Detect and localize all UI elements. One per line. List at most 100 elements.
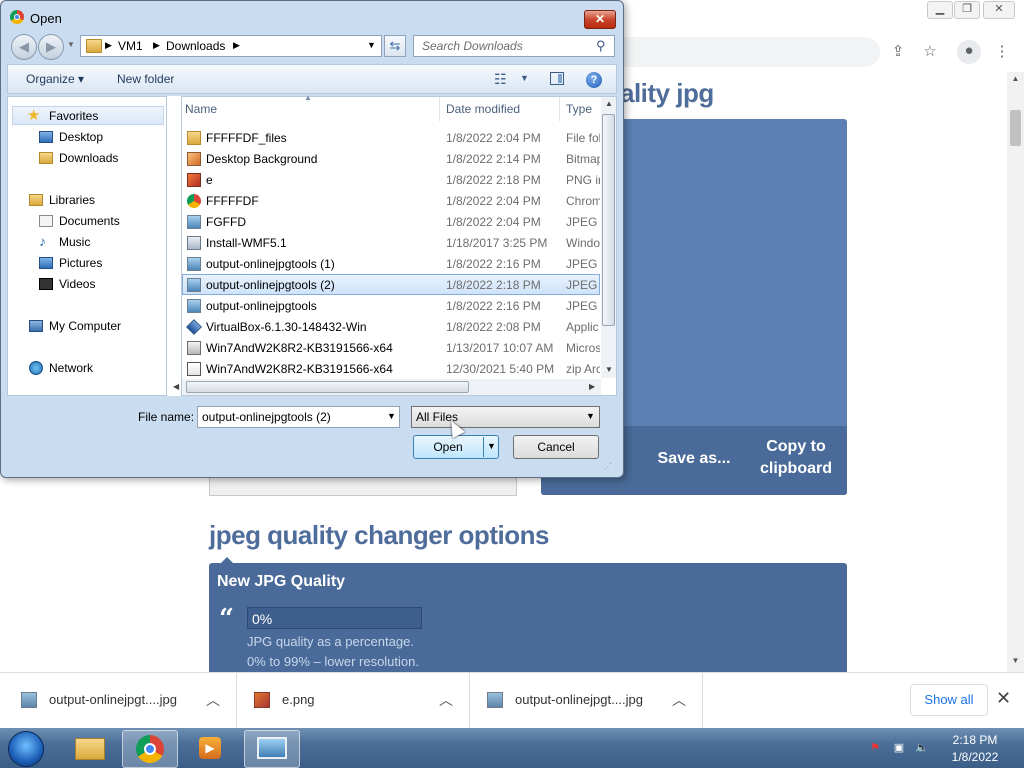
file-name-input[interactable]: output-onlinejpgtools (2)	[197, 406, 400, 428]
breadcrumb-arrow-icon[interactable]: ▶	[153, 40, 160, 51]
cancel-button[interactable]: Cancel	[513, 435, 599, 459]
quality-input[interactable]: 0%	[247, 607, 422, 629]
breadcrumb-vm1[interactable]: VM1	[118, 39, 143, 53]
show-all-button[interactable]: Show all	[910, 684, 988, 716]
nav-desktop[interactable]: Desktop	[59, 130, 103, 144]
dialog-close-button[interactable]: ✕	[584, 10, 616, 29]
file-type: File fol	[566, 131, 600, 145]
open-split-divider	[483, 437, 484, 457]
scroll-up-arrow[interactable]: ▲	[605, 99, 613, 108]
search-input[interactable]: Search Downloads	[413, 35, 615, 57]
image-file-icon	[187, 278, 201, 292]
page-title: ality jpg	[620, 78, 714, 108]
forward-button[interactable]: ▶	[38, 34, 64, 60]
file-type: JPEG ir	[566, 299, 600, 313]
chevron-up-icon[interactable]: ︿	[439, 690, 453, 710]
nav-favorites[interactable]: Favorites	[49, 109, 98, 123]
clock-date[interactable]: 1/8/2022	[940, 750, 1010, 764]
file-name: Win7AndW2K8R2-KB3191566-x64	[206, 341, 393, 355]
nav-documents[interactable]: Documents	[59, 214, 120, 228]
recent-locations-dropdown[interactable]: ▼	[67, 40, 75, 49]
preview-pane-icon[interactable]	[550, 72, 564, 85]
file-name: FFFFFDF	[206, 194, 259, 208]
taskbar-explorer[interactable]	[62, 730, 116, 766]
nav-pictures[interactable]: Pictures	[59, 256, 102, 270]
star-icon[interactable]: ☆	[919, 41, 941, 63]
nav-downloads[interactable]: Downloads	[59, 151, 118, 165]
views-dropdown[interactable]: ▼	[520, 73, 529, 83]
taskbar-media-player[interactable]: ▶	[183, 730, 237, 766]
column-divider[interactable]	[559, 97, 560, 121]
scroll-down-arrow[interactable]: ▼	[605, 365, 613, 374]
column-header-date[interactable]: Date modified	[446, 102, 520, 116]
download-item[interactable]	[236, 672, 470, 728]
chevron-up-icon[interactable]: ︿	[206, 690, 220, 710]
nav-music[interactable]: Music	[59, 235, 90, 249]
file-date: 1/8/2022 2:14 PM	[446, 152, 541, 166]
browser-restore-button[interactable]: ❐	[954, 1, 980, 19]
breadcrumb-arrow-icon[interactable]: ▶	[105, 40, 112, 51]
browser-close-button[interactable]: ✕	[983, 1, 1015, 19]
new-folder-button[interactable]: New folder	[117, 72, 174, 86]
help-icon[interactable]: ?	[586, 72, 602, 88]
image-file-icon	[187, 257, 201, 271]
nav-network[interactable]: Network	[49, 361, 93, 375]
resize-grip-icon[interactable]: ⋰	[604, 462, 612, 471]
close-downloads-icon[interactable]: ✕	[996, 688, 1011, 709]
volume-icon[interactable]: 🔈	[915, 741, 929, 755]
file-name: e	[206, 173, 213, 187]
vscroll-thumb[interactable]	[602, 114, 615, 326]
refresh-button[interactable]: ⇆	[384, 35, 406, 57]
profile-icon[interactable]: ●	[957, 40, 981, 64]
file-name: FFFFFDF_files	[206, 131, 287, 145]
nav-my-computer[interactable]: My Computer	[49, 319, 121, 333]
copy-to-clipboard-button[interactable]: Copy to clipboard	[750, 438, 842, 478]
share-icon[interactable]: ⇪	[887, 41, 909, 63]
breadcrumb-arrow-icon[interactable]: ▶	[233, 40, 240, 51]
back-button[interactable]: ◀	[11, 34, 37, 60]
file-type: PNG ir	[566, 173, 600, 187]
pane-splitter[interactable]	[167, 96, 181, 396]
chevron-down-icon[interactable]: ▼	[586, 411, 595, 421]
nav-videos[interactable]: Videos	[59, 277, 95, 291]
organize-button[interactable]: Organize ▾	[26, 72, 84, 86]
file-type-select[interactable]: All Files	[411, 406, 600, 428]
taskbar-photo-viewer[interactable]	[244, 730, 300, 768]
network-tray-icon[interactable]: ▣	[892, 741, 906, 755]
scroll-left-arrow[interactable]: ◀	[173, 382, 179, 391]
file-name: output-onlinejpgtools (1)	[206, 257, 335, 271]
search-icon[interactable]: ⚲	[596, 38, 606, 54]
action-center-icon[interactable]: ⚑	[868, 741, 882, 755]
hscroll-thumb[interactable]	[186, 381, 469, 393]
breadcrumb-downloads[interactable]: Downloads	[166, 39, 225, 53]
folder-file-icon	[187, 131, 201, 145]
column-header-type[interactable]: Type	[566, 102, 592, 116]
computer-icon	[29, 320, 43, 332]
save-as-button[interactable]: Save as...	[650, 450, 738, 468]
chevron-up-icon[interactable]: ︿	[672, 690, 686, 710]
copy-label-line2: clipboard	[759, 460, 832, 477]
exe-file-icon	[187, 236, 201, 250]
page-scroll-thumb[interactable]	[1010, 110, 1021, 146]
nav-libraries[interactable]: Libraries	[49, 193, 95, 207]
browser-minimize-button[interactable]: ▁	[927, 1, 953, 19]
column-divider[interactable]	[439, 97, 440, 121]
page-scrollbar[interactable]	[1007, 72, 1024, 672]
image-file-icon	[187, 299, 201, 313]
open-dropdown-arrow[interactable]: ▼	[487, 441, 496, 451]
scroll-down-arrow[interactable]: ▼	[1007, 656, 1024, 668]
pictures-icon	[39, 257, 53, 269]
address-bar[interactable]	[620, 37, 880, 67]
scroll-up-arrow[interactable]: ▲	[1007, 74, 1024, 86]
scroll-right-arrow[interactable]: ▶	[589, 382, 595, 391]
file-name-dropdown[interactable]: ▼	[387, 411, 396, 421]
zip-file-icon	[187, 362, 201, 376]
address-dropdown[interactable]: ▼	[367, 40, 376, 50]
clock-time[interactable]: 2:18 PM	[940, 733, 1010, 747]
menu-icon[interactable]: ⋮	[991, 41, 1013, 63]
column-header-name[interactable]: Name	[185, 102, 217, 116]
file-date: 12/30/2021 5:40 PM	[446, 362, 555, 376]
start-button[interactable]	[8, 731, 44, 767]
views-icon[interactable]: ☷	[494, 71, 507, 88]
taskbar-chrome[interactable]	[122, 730, 178, 768]
